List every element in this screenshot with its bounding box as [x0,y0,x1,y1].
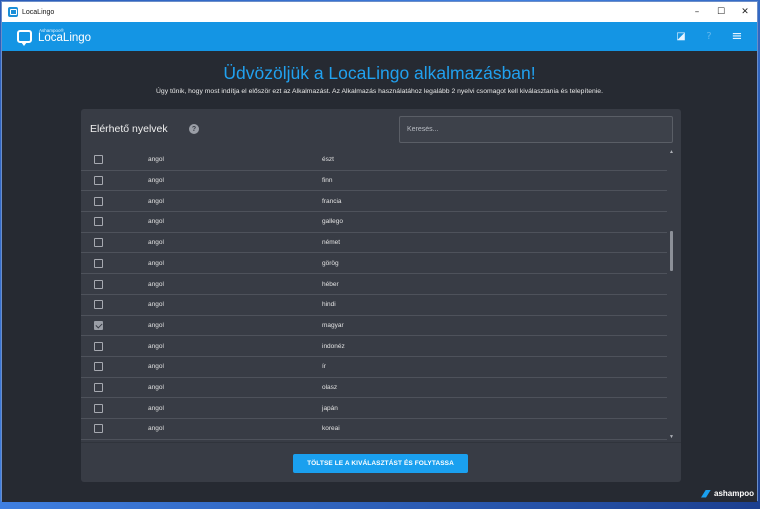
scroll-down-icon[interactable]: ▼ [669,435,674,440]
target-language: finn [322,177,333,185]
source-language: angol [148,156,164,164]
source-language: angol [148,404,164,412]
list-item[interactable]: angol gallego [81,212,667,233]
target-language: hindi [322,301,336,309]
source-language: angol [148,280,164,288]
language-checkbox[interactable] [94,155,103,165]
target-language: koreai [322,425,340,433]
panel-header: Elérhető nyelvek ? [81,109,681,149]
source-language: angol [148,425,164,433]
target-language: magyar [322,321,344,329]
list-item[interactable]: angol hindi [81,295,667,316]
language-checkbox[interactable] [94,217,103,227]
language-checkbox[interactable] [94,362,103,372]
theme-toggle-icon[interactable]: ◪ [673,29,689,45]
language-list: angol észt angol finn angol francia angol galle… [81,150,669,440]
source-language: angol [148,342,164,350]
scrollbar-thumb[interactable] [670,231,673,271]
language-checkbox[interactable] [94,238,103,248]
app-icon [8,7,18,17]
target-language: észt [322,156,334,164]
list-item[interactable]: angol japán [81,398,667,420]
brand-maker: Ashampoo® [39,27,64,33]
list-item[interactable]: angol francia [81,191,667,213]
question-icon[interactable]: ? [189,124,199,134]
app-header: Ashampoo® LocaLingo ◪ ? ≡ [2,22,757,51]
list-item[interactable]: angol koreai [81,419,667,440]
search-input[interactable] [399,116,673,143]
language-checkbox[interactable] [94,341,103,351]
language-checkbox[interactable] [94,279,103,289]
language-checkbox[interactable] [94,424,103,434]
localingo-logo-icon [17,30,32,46]
app-window: LocaLingo – ☐ ✕ Ashampoo® LocaLingo ◪ ? … [1,1,758,502]
main-content: Üdvözöljük a LocaLingo alkalmazásban! Úg… [2,51,757,502]
language-checkbox[interactable] [94,403,103,413]
page-title: Üdvözöljük a LocaLingo alkalmazásban! [223,63,536,83]
title-bar: LocaLingo – ☐ ✕ [2,2,757,22]
target-language: gallego [322,218,343,226]
list-item[interactable]: angol indonéz [81,336,667,357]
list-item[interactable]: angol finn [81,171,667,192]
ashampoo-logo-icon [701,489,711,498]
download-continue-button[interactable]: TÖLTSE LE A KIVÁLASZTÁST ÉS FOLYTASSA [293,454,468,473]
panel-title: Elérhető nyelvek [90,123,168,135]
brand-name: LocaLingo [38,32,92,44]
source-language: angol [148,259,164,267]
source-language: angol [148,321,164,329]
source-language: angol [148,239,164,247]
source-language: angol [148,218,164,226]
target-language: görög [322,259,339,267]
target-language: német [322,239,341,247]
target-language: japán [322,404,338,412]
menu-icon[interactable]: ≡ [729,29,745,45]
minimize-button[interactable]: – [685,2,709,22]
list-item[interactable]: angol olasz [81,378,667,399]
language-checkbox[interactable] [94,383,103,393]
source-language: angol [148,177,164,185]
list-item[interactable]: angol magyar [81,316,667,337]
divider [81,442,681,443]
page-subtitle: Úgy tűnik, hogy most indítja el először … [156,88,603,95]
close-button[interactable]: ✕ [733,2,757,22]
language-checkbox[interactable] [94,176,103,186]
scroll-up-icon[interactable]: ▲ [669,150,674,155]
help-icon[interactable]: ? [701,29,717,45]
target-language: indonéz [322,342,345,350]
source-language: angol [148,363,164,371]
language-checkbox[interactable] [94,320,103,330]
source-language: angol [148,384,164,392]
list-item[interactable]: angol német [81,233,667,254]
list-item[interactable]: angol görög [81,254,667,275]
scrollbar[interactable]: ▲ ▼ [669,150,674,440]
target-language: olasz [322,384,338,392]
ashampoo-logo: ashampoo [701,489,754,498]
maximize-button[interactable]: ☐ [709,2,733,22]
app-brand: Ashampoo® LocaLingo [38,27,92,45]
list-item[interactable]: angol ír [81,357,667,378]
list-item[interactable]: angol héber [81,274,667,295]
source-language: angol [148,197,164,205]
list-item[interactable]: angol észt [81,150,667,171]
language-checkbox[interactable] [94,196,103,206]
language-checkbox[interactable] [94,258,103,268]
ashampoo-brand-text: ashampoo [714,489,755,498]
language-checkbox[interactable] [94,300,103,310]
language-panel: Elérhető nyelvek ? angolésztangolfinnang… [81,109,681,482]
target-language: héber [322,280,339,288]
target-language: francia [322,197,342,205]
target-language: ír [322,363,326,371]
source-language: angol [148,301,164,309]
window-title: LocaLingo [22,8,55,16]
